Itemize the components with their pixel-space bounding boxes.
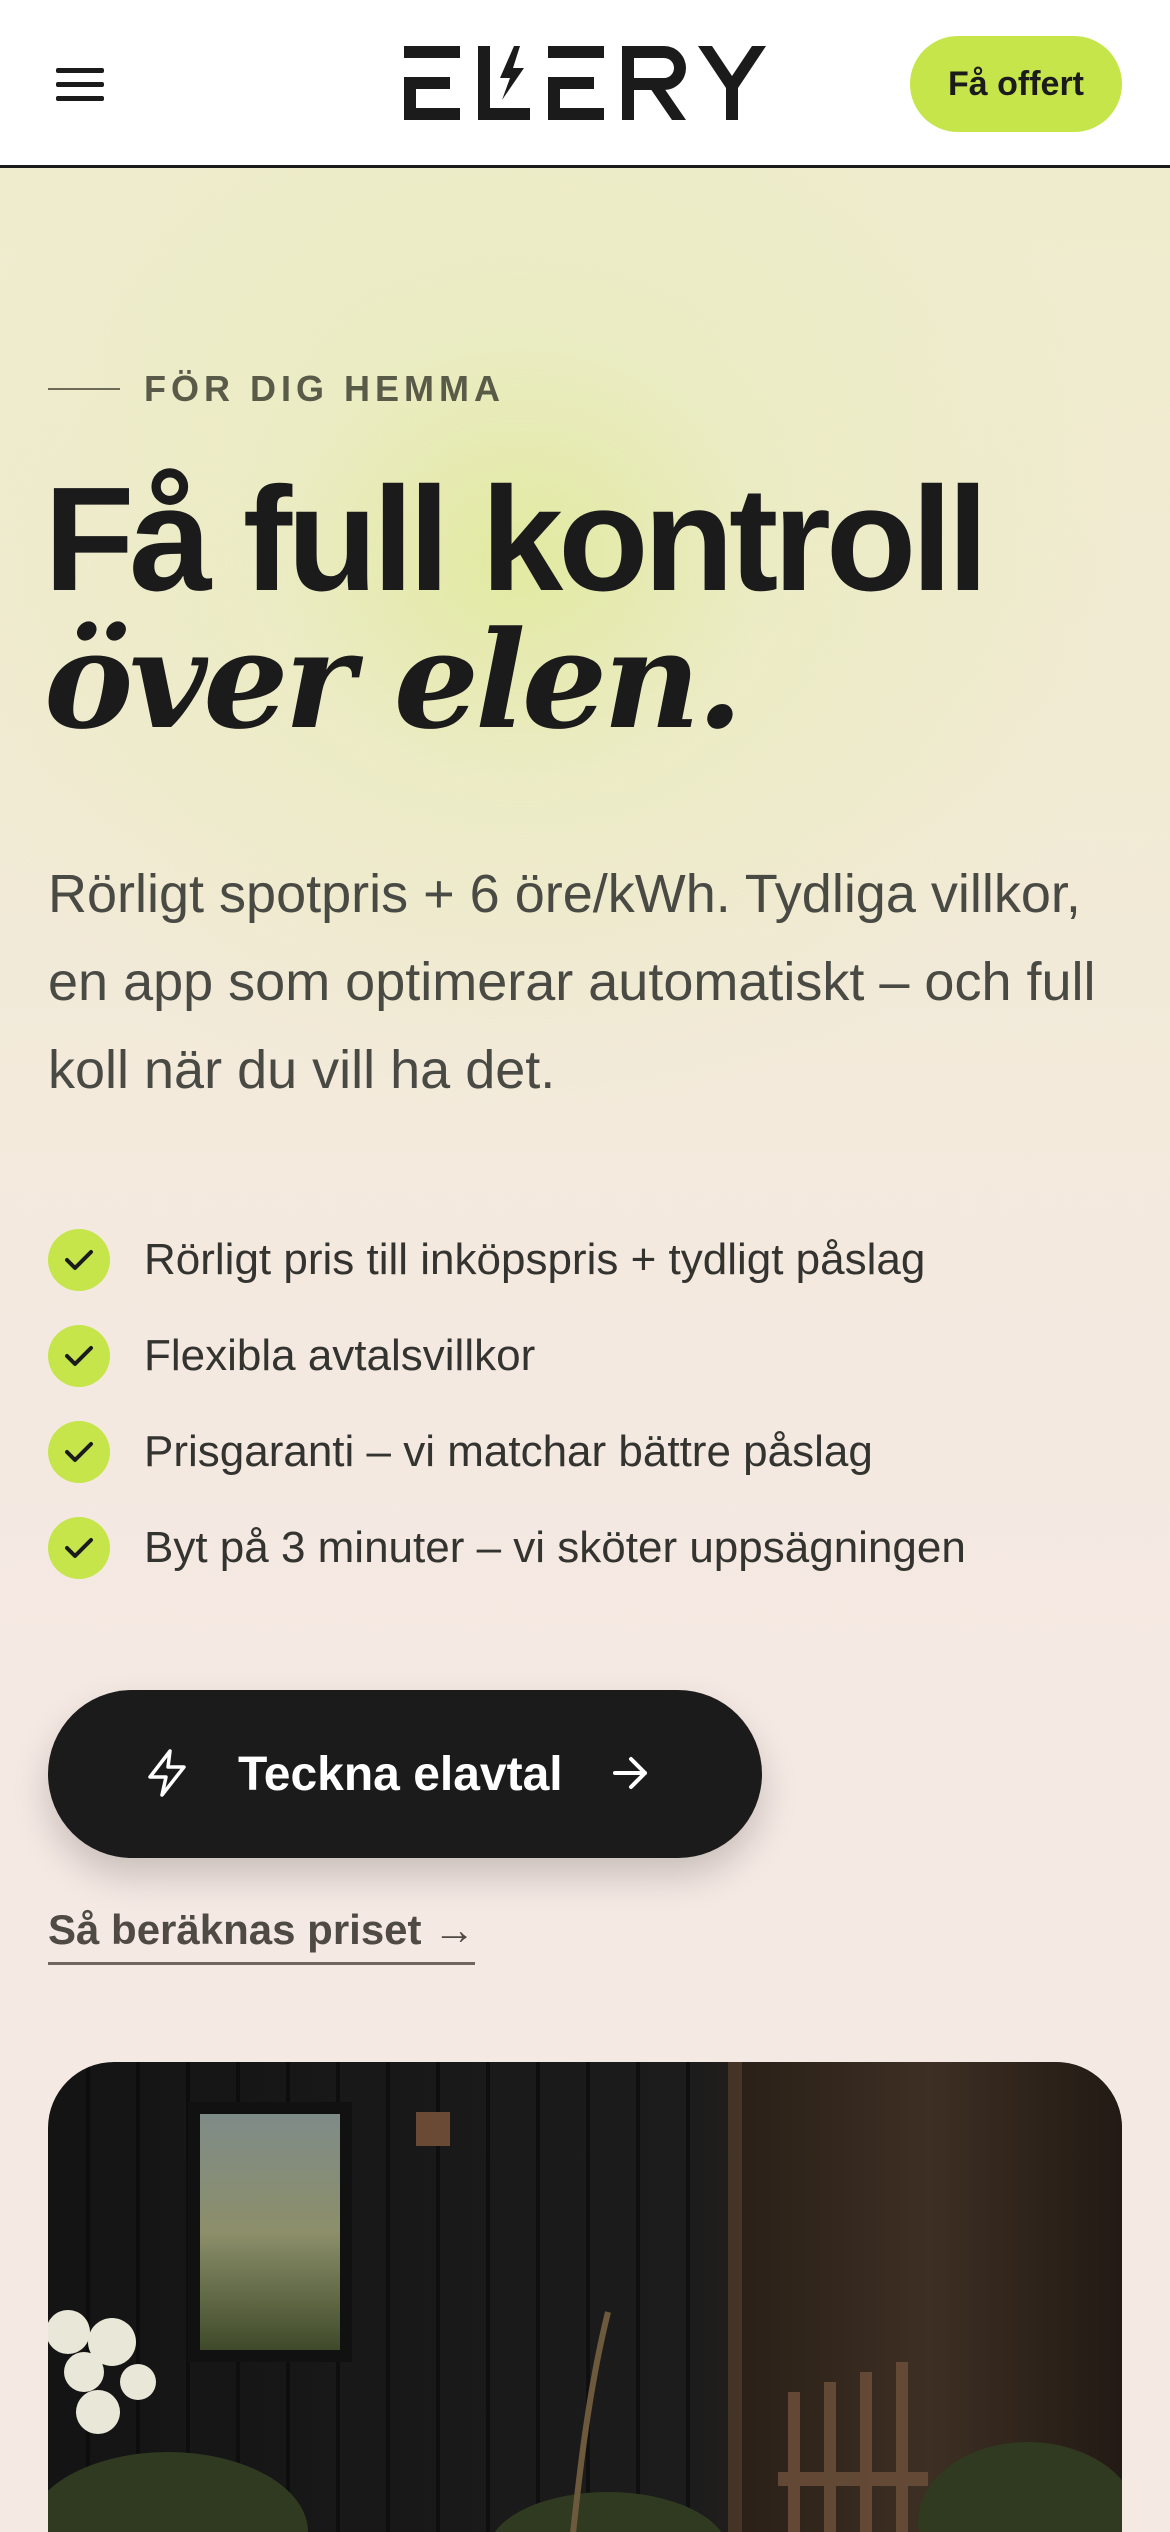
eyebrow: FÖR DIG HEMMA bbox=[48, 366, 505, 412]
list-item: Flexibla avtalsvillkor bbox=[48, 1308, 1138, 1404]
feature-text: Flexibla avtalsvillkor bbox=[144, 1331, 536, 1380]
list-item: Prisgaranti – vi matchar bättre påslag bbox=[48, 1404, 1138, 1500]
eyebrow-label: FÖR DIG HEMMA bbox=[144, 368, 505, 409]
hero-title-line2: över elen. bbox=[44, 601, 743, 759]
feature-list: Rörligt pris till inköpspris + tydligt p… bbox=[48, 1212, 1138, 1596]
get-quote-button[interactable]: Få offert bbox=[910, 36, 1122, 132]
check-icon bbox=[48, 1229, 110, 1291]
hamburger-menu-icon[interactable] bbox=[48, 54, 112, 114]
check-icon bbox=[48, 1517, 110, 1579]
logo-wordmark-graphic bbox=[404, 46, 766, 120]
feature-text: Prisgaranti – vi matchar bättre påslag bbox=[144, 1427, 873, 1476]
feature-text: Byt på 3 minuter – vi sköter uppsägninge… bbox=[144, 1523, 966, 1572]
lightning-bolt-icon bbox=[144, 1748, 190, 1801]
price-calculation-link[interactable]: Så beräknas priset → bbox=[48, 1906, 476, 1965]
list-item: Byt på 3 minuter – vi sköter uppsägninge… bbox=[48, 1500, 1138, 1596]
check-icon bbox=[48, 1325, 110, 1387]
house-exterior-image bbox=[48, 2062, 1122, 2532]
hero-lead: Rörligt spotpris + 6 öre/kWh. Tydliga vi… bbox=[48, 864, 1096, 1100]
elery-logo[interactable] bbox=[402, 44, 768, 122]
hero-title: Få full kontroll över elen. bbox=[44, 457, 1144, 759]
hero-title-line1: Få full kontroll bbox=[44, 457, 989, 622]
feature-text: Rörligt pris till inköpspris + tydligt p… bbox=[144, 1235, 926, 1284]
arrow-right-icon bbox=[611, 1755, 651, 1794]
sign-contract-button[interactable]: Teckna elavtal bbox=[48, 1690, 762, 1858]
check-icon bbox=[48, 1421, 110, 1483]
list-item: Rörligt pris till inköpspris + tydligt p… bbox=[48, 1212, 1138, 1308]
eyebrow-divider bbox=[48, 388, 120, 390]
sign-contract-label: Teckna elavtal bbox=[238, 1747, 563, 1801]
site-header: Få offert bbox=[0, 0, 1170, 168]
hero-photo bbox=[48, 2062, 1122, 2532]
